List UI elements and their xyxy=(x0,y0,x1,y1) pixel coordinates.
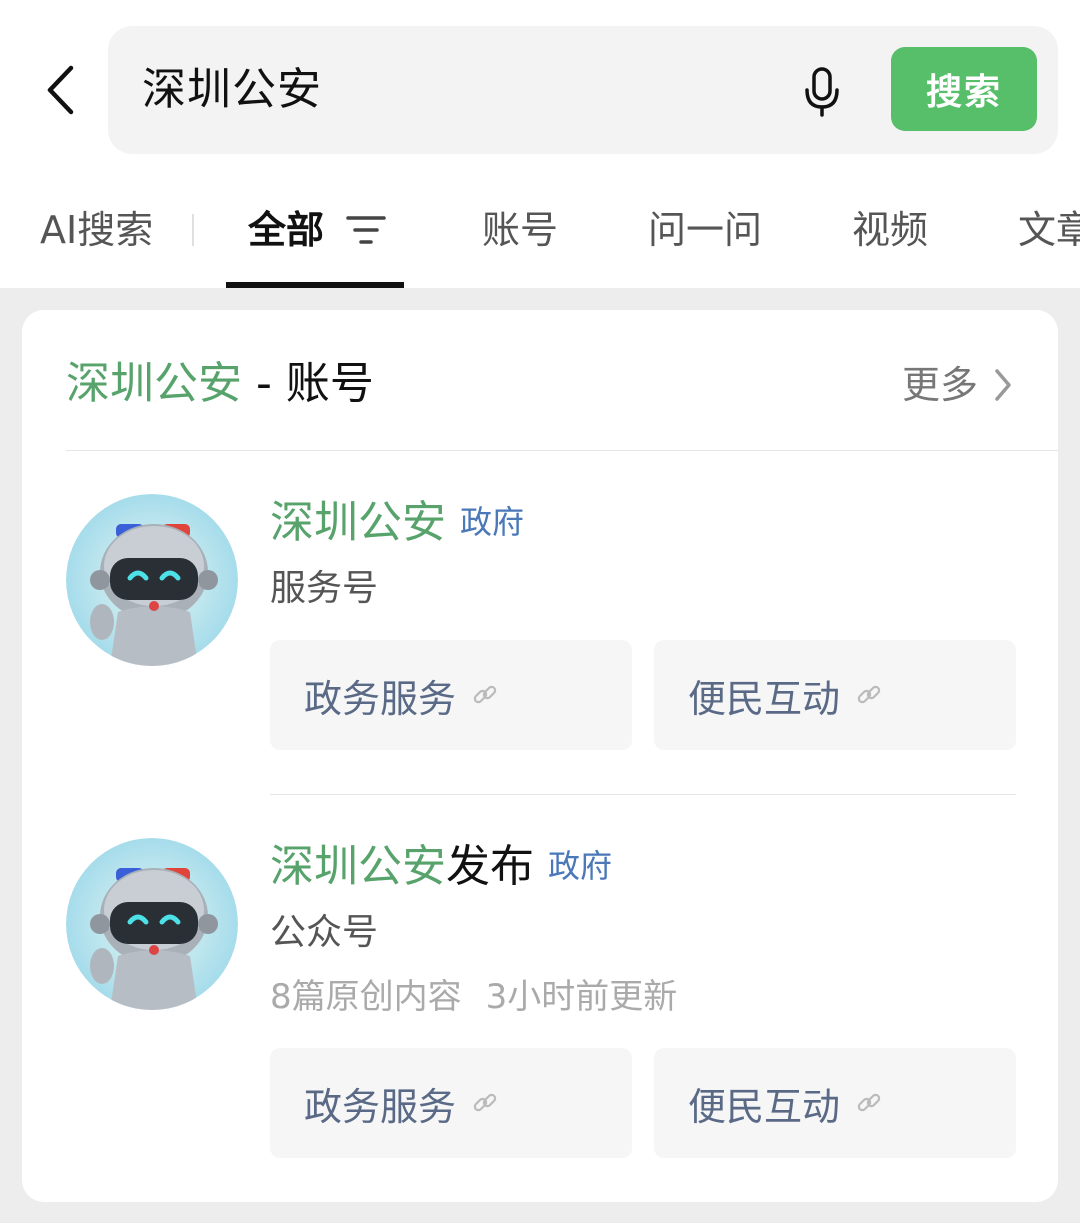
section-title-suffix: - 账号 xyxy=(242,358,374,409)
search-input[interactable]: 深圳公安 xyxy=(142,60,322,120)
account-name[interactable]: 深圳公安 政府 xyxy=(270,492,524,552)
tab-articles[interactable]: 文章 xyxy=(1018,200,1080,260)
account-name[interactable]: 深圳公安发布 政府 xyxy=(270,836,612,896)
menu-button-public-interaction[interactable]: 便民互动 xyxy=(654,1048,1016,1158)
menu-button-label: 政务服务 xyxy=(304,676,457,721)
account-name-suffix: 发布 xyxy=(446,841,534,892)
voice-search-button[interactable] xyxy=(798,64,846,120)
original-content-count: 8篇原创内容 xyxy=(270,977,462,1017)
search-header: 深圳公安 搜索 AI搜索 全部 账号 问一问 视频 文章 xyxy=(0,0,1080,288)
section-title-keyword: 深圳公安 xyxy=(66,358,242,409)
menu-button-public-interaction[interactable]: 便民互动 xyxy=(654,640,1016,750)
more-link[interactable]: 更多 xyxy=(902,360,1012,410)
menu-button-label: 便民互动 xyxy=(688,1084,841,1129)
menu-button-gov-services[interactable]: 政务服务 xyxy=(270,640,632,750)
link-icon xyxy=(857,685,881,704)
link-icon xyxy=(473,685,497,704)
tab-video[interactable]: 视频 xyxy=(852,200,928,260)
microphone-icon xyxy=(805,67,839,117)
link-icon xyxy=(857,1093,881,1112)
account-avatar[interactable] xyxy=(66,838,238,1010)
divider xyxy=(66,450,1058,451)
link-icon xyxy=(473,1093,497,1112)
menu-button-gov-services[interactable]: 政务服务 xyxy=(270,1048,632,1158)
tab-all[interactable]: 全部 xyxy=(248,200,324,260)
tab-accounts[interactable]: 账号 xyxy=(482,200,558,260)
robot-avatar xyxy=(66,494,238,666)
menu-button-label: 政务服务 xyxy=(304,1084,457,1129)
tab-divider xyxy=(192,214,194,246)
divider xyxy=(270,794,1016,795)
search-button[interactable]: 搜索 xyxy=(891,47,1037,131)
menu-button-label: 便民互动 xyxy=(688,676,841,721)
gov-badge: 政府 xyxy=(460,503,525,541)
account-name-keyword: 深圳公安 xyxy=(270,497,446,548)
chevron-right-icon xyxy=(995,369,1011,401)
active-tab-indicator xyxy=(226,282,404,288)
last-updated: 3小时前更新 xyxy=(485,977,678,1017)
tab-bar: AI搜索 全部 账号 问一问 视频 文章 xyxy=(0,186,1080,288)
account-name-keyword: 深圳公安 xyxy=(270,841,446,892)
more-label: 更多 xyxy=(901,363,978,407)
account-type: 公众号 xyxy=(270,912,379,953)
robot-avatar xyxy=(66,838,238,1010)
account-type: 服务号 xyxy=(270,568,379,609)
section-title: 深圳公安 - 账号 xyxy=(66,356,374,412)
account-avatar[interactable] xyxy=(66,494,238,666)
gov-badge: 政府 xyxy=(548,847,613,885)
tab-ai-search[interactable]: AI搜索 xyxy=(40,200,153,260)
account-results-card: 深圳公安 - 账号 更多 深圳公安 政府 服务号 政务服务 便民互动 深圳公安发… xyxy=(22,310,1058,1202)
filter-icon[interactable] xyxy=(346,214,386,246)
tab-ask[interactable]: 问一问 xyxy=(648,200,762,260)
back-button[interactable] xyxy=(36,60,84,120)
back-arrow-icon xyxy=(47,65,74,115)
account-meta: 8篇原创内容 3小时前更新 xyxy=(270,972,677,1022)
search-box[interactable]: 深圳公安 搜索 xyxy=(108,26,1058,154)
